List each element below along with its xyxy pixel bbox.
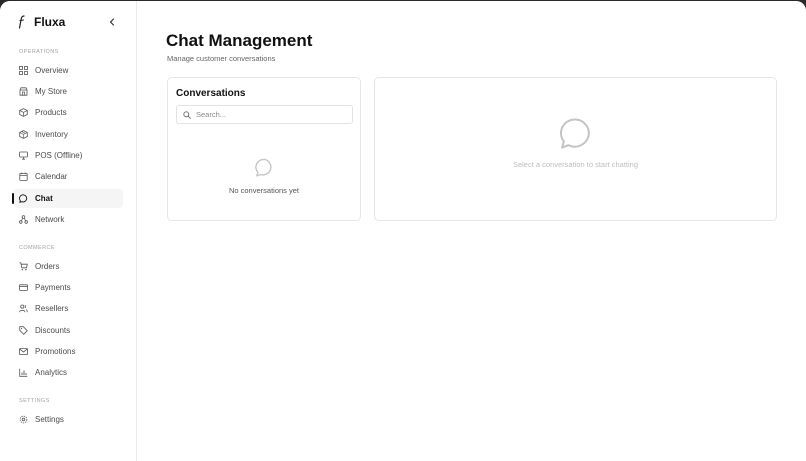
- section-label-operations: OPERATIONS: [19, 49, 59, 55]
- sidebar-item-analytics[interactable]: Analytics: [13, 363, 123, 382]
- page-subtitle: Manage customer conversations: [167, 54, 276, 63]
- chat-bubble-icon: [559, 117, 593, 151]
- monitor-icon: [19, 151, 28, 160]
- sidebar-item-label: Orders: [35, 262, 60, 271]
- sidebar-item-products[interactable]: Products: [13, 103, 123, 122]
- sidebar-item-discounts[interactable]: Discounts: [13, 321, 123, 340]
- credit-card-icon: [19, 283, 28, 292]
- bar-chart-icon: [19, 368, 28, 377]
- grid-icon: [19, 66, 28, 75]
- search-icon: [183, 106, 191, 124]
- search-box[interactable]: [176, 105, 353, 124]
- sidebar-item-pos-offline[interactable]: POS (Offline): [13, 146, 123, 165]
- chat-panel: Select a conversation to start chatting: [374, 77, 777, 221]
- conversations-panel: Conversations No conversations yet: [167, 77, 361, 221]
- sidebar-item-label: POS (Offline): [35, 151, 83, 160]
- sidebar-item-orders[interactable]: Orders: [13, 257, 123, 276]
- sidebar-item-overview[interactable]: Overview: [13, 61, 123, 80]
- sidebar-item-label: Payments: [35, 283, 71, 292]
- sidebar-item-settings[interactable]: Settings: [13, 410, 123, 429]
- section-label-commerce: COMMERCE: [19, 245, 55, 251]
- sidebar-item-label: Analytics: [35, 368, 68, 377]
- cart-icon: [19, 262, 28, 271]
- sidebar-item-calendar[interactable]: Calendar: [13, 167, 123, 186]
- sidebar-item-inventory[interactable]: Inventory: [13, 125, 123, 144]
- mail-icon: [19, 347, 28, 356]
- sidebar-item-payments[interactable]: Payments: [13, 278, 123, 297]
- select-conversation-text: Select a conversation to start chatting: [512, 160, 639, 169]
- box-icon: [19, 108, 28, 117]
- sidebar: Fluxa OPERATIONS Overview My Store Produ…: [0, 1, 137, 461]
- empty-conversations-text: No conversations yet: [228, 186, 300, 195]
- sidebar-item-my-store[interactable]: My Store: [13, 82, 123, 101]
- sidebar-item-label: Resellers: [35, 304, 69, 313]
- chat-icon: [19, 194, 28, 203]
- page-title: Chat Management: [166, 31, 313, 50]
- app-name: Fluxa: [34, 15, 66, 29]
- sidebar-item-label: Calendar: [35, 172, 68, 181]
- sidebar-item-label: Discounts: [35, 326, 71, 335]
- sidebar-item-promotions[interactable]: Promotions: [13, 342, 123, 361]
- sidebar-item-label: Settings: [35, 415, 64, 424]
- chat-bubble-icon: [255, 158, 275, 178]
- sidebar-item-label: Overview: [35, 66, 69, 75]
- sidebar-item-label: Network: [35, 215, 65, 224]
- section-label-settings: SETTINGS: [19, 398, 50, 404]
- tag-icon: [19, 326, 28, 335]
- search-input[interactable]: [196, 110, 346, 119]
- store-icon: [19, 87, 28, 96]
- sidebar-item-network[interactable]: Network: [13, 210, 123, 229]
- calendar-icon: [19, 172, 28, 181]
- gear-icon: [19, 415, 28, 424]
- chevron-left-icon: [108, 13, 116, 31]
- package-icon: [19, 130, 28, 139]
- conversations-title: Conversations: [176, 88, 246, 99]
- brand: Fluxa: [18, 14, 65, 30]
- main-content: Chat Management Manage customer conversa…: [137, 1, 806, 461]
- fluxa-logo-icon: [18, 14, 26, 30]
- sidebar-item-chat[interactable]: Chat: [12, 189, 123, 208]
- collapse-sidebar-button[interactable]: [106, 16, 118, 28]
- sidebar-item-label: Inventory: [35, 130, 68, 139]
- users-icon: [19, 304, 28, 313]
- network-icon: [19, 215, 28, 224]
- sidebar-item-label: Promotions: [35, 347, 76, 356]
- sidebar-item-label: Products: [35, 108, 67, 117]
- app-window: Fluxa OPERATIONS Overview My Store Produ…: [0, 1, 806, 461]
- sidebar-item-label: Chat: [35, 194, 53, 203]
- sidebar-item-label: My Store: [35, 87, 68, 96]
- sidebar-item-resellers[interactable]: Resellers: [13, 299, 123, 318]
